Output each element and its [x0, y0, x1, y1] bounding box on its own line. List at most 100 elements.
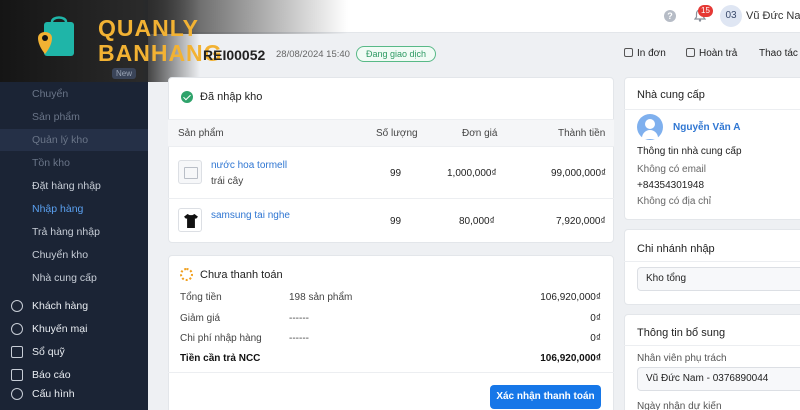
product-variant: trái cây [211, 176, 244, 187]
check-circle-icon [181, 91, 193, 103]
sidebar-item-dat-hang-nhap[interactable]: Đặt hàng nhập [0, 175, 148, 197]
total-label: Tổng tiền [180, 292, 222, 303]
document-header: REI00052 28/08/2024 15:40 Đang giao dịch… [148, 34, 800, 74]
print-button-label: In đơn [637, 48, 666, 59]
row-total: 7,920,000₫ [556, 216, 606, 227]
sidebar-item-tra-hang-nhap[interactable]: Trả hàng nhập [0, 221, 148, 243]
print-button[interactable]: In đơn [624, 48, 666, 59]
sidebar-item-nhap-hang[interactable]: Nhập hàng [0, 198, 148, 220]
sidebar-item-so-quy[interactable]: Sổ quỹ [0, 341, 148, 363]
row-total: 99,000,000₫ [551, 168, 607, 179]
document-date: 28/08/2024 15:40 [276, 49, 350, 60]
supplier-title: Nhà cung cấp [637, 89, 705, 101]
row-price: 80,000₫ [459, 216, 495, 227]
column-header-price: Đơn giá [462, 128, 498, 139]
sidebar-item-nha-cung-cap[interactable]: Nhà cung cấp [0, 267, 148, 289]
sidebar-item-label: Sản phẩm [32, 111, 80, 123]
sidebar-item-cau-hinh[interactable]: Cấu hình [0, 383, 148, 405]
product-link[interactable]: nước hoa tormell [211, 160, 287, 171]
supplier-avatar [637, 114, 663, 140]
divider [168, 372, 614, 373]
staff-label: Nhân viên phụ trách [637, 353, 727, 364]
actions-button[interactable]: Thao tác [759, 48, 798, 59]
sidebar-item-label: Chuyển [32, 88, 69, 100]
sidebar-item-quan-ly-kho[interactable]: Quản lý kho [0, 129, 148, 151]
actions-button-label: Thao tác [759, 48, 798, 59]
sidebar-item-label: Quản lý kho [32, 134, 89, 146]
promotion-icon [11, 323, 23, 335]
column-header-total: Thành tiền [558, 128, 606, 139]
sidebar-item-label: Nhà cung cấp [32, 272, 97, 284]
column-header-product: Sản phẩm [178, 128, 224, 139]
sidebar-item-khach-hang[interactable]: Khách hàng [0, 295, 148, 317]
sidebar-item-label: Khuyến mại [32, 323, 88, 335]
supplier-name-link[interactable]: Nguyễn Văn A [673, 122, 740, 133]
cost-label: Chi phí nhập hàng [180, 333, 262, 344]
help-icon[interactable]: ? [664, 10, 676, 22]
divider [624, 345, 800, 346]
image-placeholder-icon [178, 160, 202, 184]
sidebar-item-label: Chuyển kho [32, 249, 89, 261]
received-title: Đã nhập kho [200, 91, 263, 103]
supplier-phone: +84354301948 [637, 180, 705, 191]
return-button[interactable]: Hoàn trả [686, 48, 737, 59]
document-code: REI00052 [203, 47, 266, 63]
notification-badge: 15 [698, 5, 713, 17]
sidebar-item-label: Nhập hàng [32, 203, 84, 215]
divider [624, 261, 800, 262]
row-quantity: 99 [390, 168, 402, 179]
confirm-payment-button[interactable]: Xác nhận thanh toán [490, 385, 601, 409]
total-value: 106,920,000₫ [540, 292, 601, 303]
user-name[interactable]: Vũ Đức Nam [746, 10, 800, 22]
sidebar-item-label: Đặt hàng nhập [32, 180, 101, 192]
row-price: 1,000,000₫ [447, 168, 497, 179]
product-thumbnail [178, 208, 202, 232]
return-button-label: Hoàn trả [699, 48, 738, 59]
sidebar-item-san-pham[interactable]: Sản phẩm [0, 106, 148, 128]
branch-title: Chi nhánh nhập [637, 243, 715, 255]
sidebar-item-label: Cấu hình [32, 388, 75, 400]
pending-icon [180, 268, 193, 281]
divider [624, 109, 800, 110]
divider [168, 198, 614, 199]
sidebar-item-label: Khách hàng [32, 300, 89, 312]
supplier-info-title: Thông tin nhà cung cấp [637, 146, 742, 157]
sidebar-item-khuyen-mai[interactable]: Khuyến mại [0, 318, 148, 340]
sidebar-item-chuyen[interactable]: Chuyển [0, 83, 148, 105]
report-icon [11, 369, 23, 381]
sidebar-item-label: Báo cáo [32, 369, 71, 381]
discount-value: 0₫ [590, 313, 601, 324]
wallet-icon [11, 346, 23, 358]
printer-icon [624, 48, 633, 57]
cost-dash: ------ [289, 333, 309, 344]
new-badge: New [112, 68, 137, 79]
staff-select[interactable]: Vũ Đức Nam - 0376890044 [637, 367, 800, 391]
sidebar-item-chuyen-kho[interactable]: Chuyển kho [0, 244, 148, 266]
sidebar-item-label: Sổ quỹ [32, 346, 65, 358]
sidebar-item-label: Tồn kho [32, 157, 70, 169]
sidebar-item-label: Trả hàng nhập [32, 226, 100, 238]
supplier-address: Không có địa chỉ [637, 196, 711, 207]
branch-select[interactable]: Kho tổng [637, 267, 800, 291]
logo-icon [38, 16, 74, 56]
total-count: 198 sản phẩm [289, 292, 353, 303]
due-value: 106,920,000₫ [540, 353, 601, 364]
expected-date-label: Ngày nhận dự kiến [637, 401, 722, 410]
cost-value: 0₫ [590, 333, 601, 344]
due-label: Tiền cần trả NCC [180, 353, 261, 364]
discount-label: Giảm giá [180, 313, 221, 324]
payment-title: Chưa thanh toán [200, 269, 283, 281]
row-quantity: 99 [390, 216, 402, 227]
gear-icon [11, 388, 23, 400]
discount-dash: ------ [289, 313, 309, 324]
shirt-icon [184, 214, 198, 228]
user-icon [11, 300, 23, 312]
avatar[interactable]: 03 [720, 5, 742, 27]
column-header-quantity: Số lượng [376, 128, 418, 139]
return-icon [686, 48, 695, 57]
extra-info-title: Thông tin bổ sung [637, 327, 726, 339]
sidebar-item-ton-kho[interactable]: Tồn kho [0, 152, 148, 174]
product-link[interactable]: samsung tai nghe [211, 210, 290, 221]
supplier-email: Không có email [637, 164, 706, 175]
status-badge: Đang giao dịch [356, 46, 437, 62]
